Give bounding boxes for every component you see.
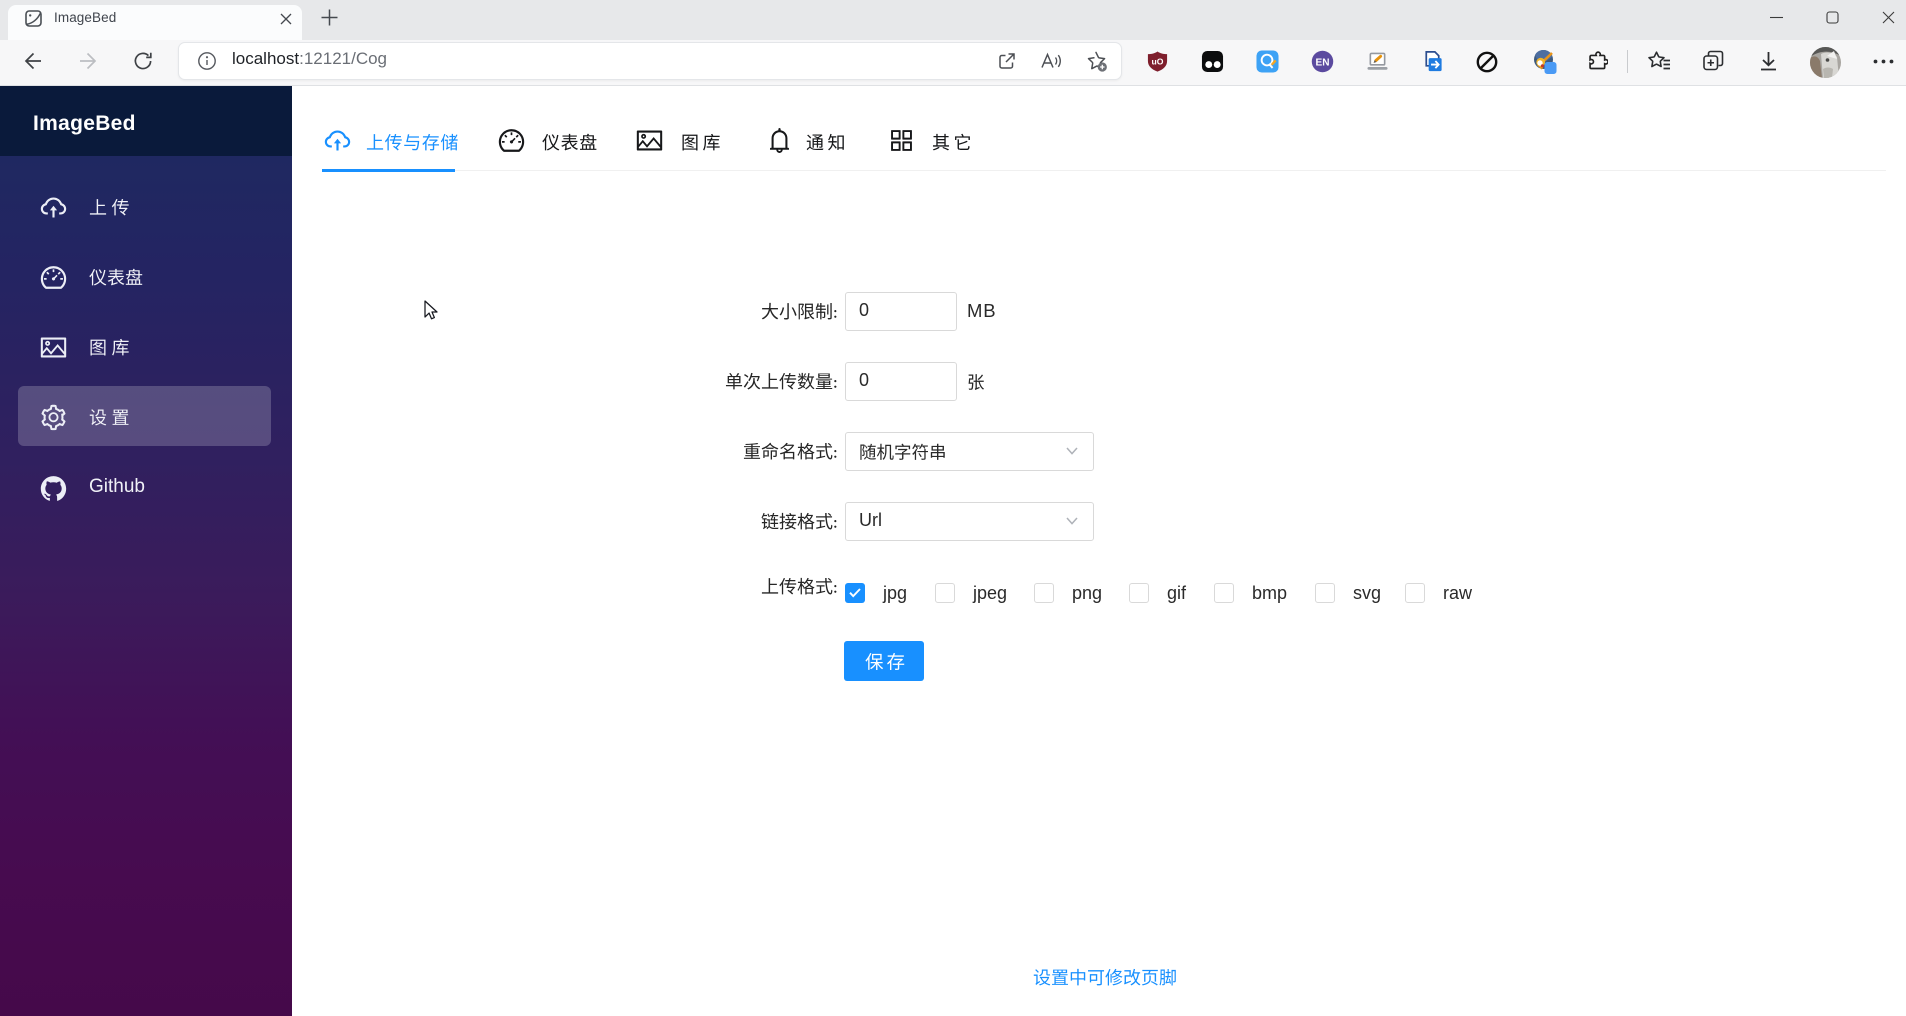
svg-text:EN: EN bbox=[1316, 57, 1330, 68]
svg-text:uO: uO bbox=[1152, 56, 1164, 66]
